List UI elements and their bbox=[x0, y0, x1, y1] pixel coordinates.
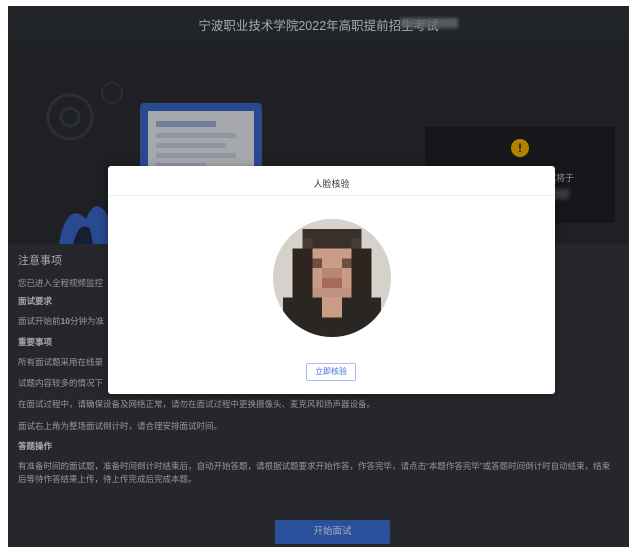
face-photo bbox=[273, 219, 391, 337]
dialog-title: 人脸核验 bbox=[313, 179, 350, 189]
verify-now-button[interactable]: 立即核验 bbox=[306, 363, 356, 381]
dialog-divider bbox=[108, 195, 555, 196]
face-verification-dialog: 人脸核验 立即核验 bbox=[108, 166, 555, 394]
pixelated-face-image bbox=[273, 219, 391, 337]
